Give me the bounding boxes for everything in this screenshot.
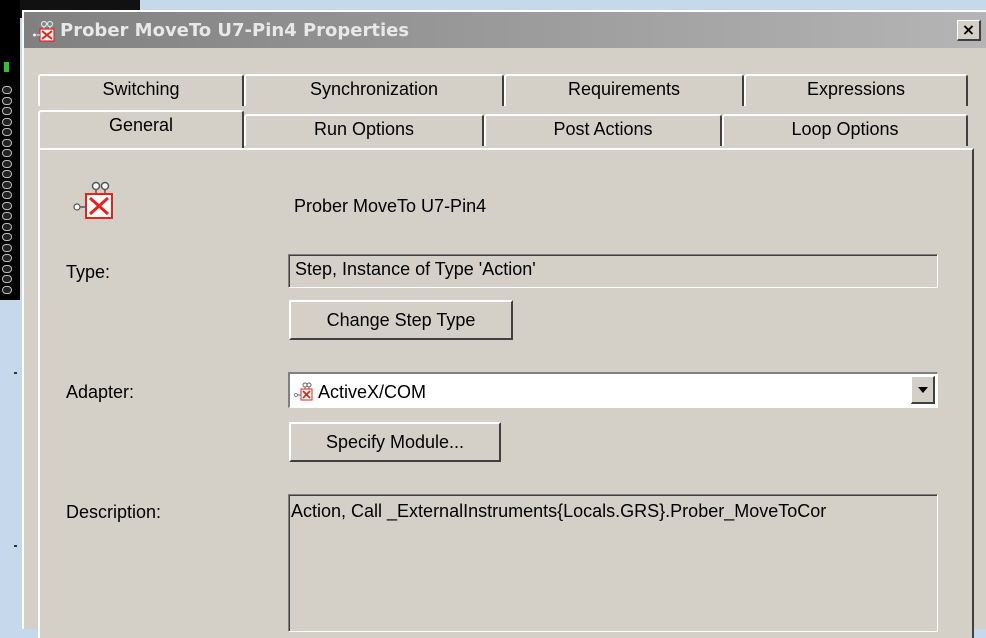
background-dot xyxy=(2,86,12,94)
background-dot xyxy=(2,149,12,157)
background-dot xyxy=(2,201,12,210)
background-window-strip xyxy=(0,0,20,300)
title-bar[interactable]: Prober MoveTo U7-Pin4 Properties × xyxy=(24,12,986,48)
action-step-icon xyxy=(73,181,113,219)
tab-requirements[interactable]: Requirements xyxy=(504,74,744,106)
background-dot xyxy=(2,96,12,105)
activex-adapter-icon xyxy=(294,382,313,401)
background-dot xyxy=(2,264,12,273)
chevron-down-icon[interactable] xyxy=(911,376,935,404)
background-dot xyxy=(2,285,12,294)
close-button[interactable]: × xyxy=(957,20,981,41)
description-label: Description: xyxy=(66,502,162,522)
background-dot xyxy=(2,159,12,168)
specify-module-button[interactable]: Specify Module... xyxy=(289,422,501,462)
background-dot xyxy=(2,275,12,283)
desktop-mark xyxy=(14,545,17,547)
general-tab-panel: Prober MoveTo U7-Pin4 Type: Step, Instan… xyxy=(38,148,974,638)
action-step-icon xyxy=(32,20,55,42)
background-dot xyxy=(2,107,12,115)
adapter-label: Adapter: xyxy=(66,382,135,402)
tab-run-options[interactable]: Run Options xyxy=(244,114,484,146)
tab-expressions[interactable]: Expressions xyxy=(744,74,968,106)
background-dot xyxy=(2,254,12,262)
type-field: Step, Instance of Type 'Action' xyxy=(288,254,938,288)
background-dot xyxy=(2,180,12,189)
adapter-select[interactable]: ActiveX/COM xyxy=(288,372,938,408)
dialog-title: Prober MoveTo U7-Pin4 Properties xyxy=(60,20,410,41)
change-step-type-button[interactable]: Change Step Type xyxy=(289,300,513,340)
background-dot xyxy=(2,243,12,252)
background-dot xyxy=(2,191,12,199)
background-dot xyxy=(2,170,12,178)
tab-general[interactable]: General xyxy=(38,110,244,148)
status-indicator xyxy=(4,62,9,72)
desktop-mark xyxy=(14,372,17,374)
step-name: Prober MoveTo U7-Pin4 xyxy=(294,196,487,216)
background-dot xyxy=(2,222,12,231)
background-dot xyxy=(2,233,12,241)
tab-loop-options[interactable]: Loop Options xyxy=(722,114,968,146)
tab-switching[interactable]: Switching xyxy=(38,74,244,106)
description-field[interactable]: Action, Call _ExternalInstruments{Locals… xyxy=(288,494,938,632)
type-label: Type: xyxy=(66,262,111,282)
background-dot xyxy=(2,212,12,220)
properties-dialog: Prober MoveTo U7-Pin4 Properties × Switc… xyxy=(22,10,986,638)
background-dot xyxy=(2,117,12,126)
adapter-value: ActiveX/COM xyxy=(318,382,427,402)
tab-synchronization[interactable]: Synchronization xyxy=(244,74,504,106)
background-dot xyxy=(2,128,12,136)
tab-post-actions[interactable]: Post Actions xyxy=(484,114,722,146)
background-dot xyxy=(2,138,12,147)
